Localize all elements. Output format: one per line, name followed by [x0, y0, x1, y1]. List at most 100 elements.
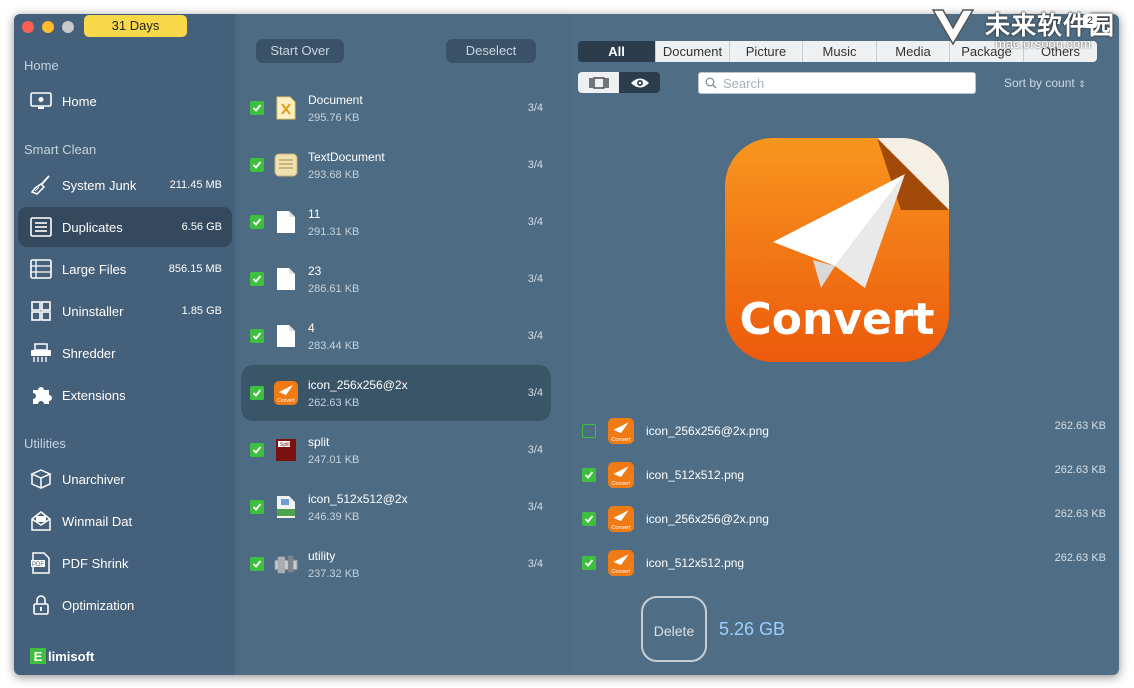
- sidebar-item-optimization[interactable]: Optimization: [18, 585, 232, 625]
- sort-dropdown[interactable]: Sort by count ⇕: [1004, 76, 1086, 90]
- row-checkbox[interactable]: [250, 500, 264, 514]
- deselect-button[interactable]: Deselect: [446, 39, 536, 63]
- file-group-row[interactable]: TextDocument 293.68 KB 3/4: [241, 137, 551, 193]
- row-checkbox[interactable]: [250, 215, 264, 229]
- duplicate-instance-row[interactable]: Convert icon_256x256@2x.png 262.63 KB: [576, 413, 1110, 449]
- sidebar-item-label: Uninstaller: [62, 303, 124, 319]
- instance-checkbox[interactable]: [582, 556, 596, 570]
- duplicate-groups-panel: Start Over Deselect Document 295.76 KB 3/4…: [235, 14, 570, 675]
- sidebar-item-label: Winmail Dat: [62, 513, 133, 529]
- start-over-button[interactable]: Start Over: [256, 39, 344, 63]
- file-size: 247.01 KB: [308, 453, 360, 466]
- total-selected-size: 5.26 GB: [719, 619, 786, 639]
- convert-app-icon: Convert: [608, 550, 634, 576]
- delete-button[interactable]: Delete: [641, 596, 707, 662]
- row-checkbox[interactable]: [250, 272, 264, 286]
- sidebar-item-label: Optimization: [62, 597, 135, 613]
- sidebar-item-home[interactable]: Home: [18, 81, 232, 121]
- search-input[interactable]: [723, 75, 963, 91]
- duplicate-count: 3/4: [527, 387, 543, 399]
- text-document-icon: [274, 153, 298, 177]
- sidebar-item-system-junk[interactable]: System Junk 211.45 MB: [18, 165, 232, 205]
- convert-app-icon: Convert: [608, 418, 634, 444]
- file-group-row[interactable]: Convert icon_256x256@2x 262.63 KB 3/4: [241, 365, 551, 421]
- zoom-window-button[interactable]: [62, 21, 74, 33]
- file-group-row[interactable]: 23 286.61 KB 3/4: [241, 251, 551, 307]
- minimize-window-button[interactable]: [42, 21, 54, 33]
- tab-picture[interactable]: Picture: [730, 41, 803, 62]
- svg-text:Convert: Convert: [612, 437, 631, 443]
- sidebar-item-shredder[interactable]: Shredder: [18, 333, 232, 373]
- tab-document[interactable]: Document: [656, 41, 730, 62]
- file-size: 246.39 KB: [308, 510, 360, 523]
- row-checkbox[interactable]: [250, 443, 264, 457]
- instance-checkbox[interactable]: [582, 512, 596, 526]
- duplicate-count: 3/4: [527, 102, 543, 114]
- close-window-button[interactable]: [22, 21, 34, 33]
- large-files-icon: [30, 258, 52, 280]
- list-view-icon: [588, 76, 609, 89]
- duplicate-count: 3/4: [527, 273, 543, 285]
- sidebar-item-duplicates[interactable]: Duplicates 6.56 GB: [18, 207, 232, 247]
- row-checkbox[interactable]: [250, 329, 264, 343]
- sidebar-item-unarchiver[interactable]: Unarchiver: [18, 459, 232, 499]
- view-mode-toggle: [578, 72, 660, 93]
- sidebar-item-extensions[interactable]: Extensions: [18, 375, 232, 415]
- row-checkbox[interactable]: [250, 158, 264, 172]
- search-box: [698, 72, 976, 94]
- up-down-chevron-icon: ⇕: [1078, 79, 1086, 89]
- row-checkbox[interactable]: [250, 386, 264, 400]
- preview-panel: All Document Picture Music Media Package…: [570, 14, 1119, 675]
- section-label-smart-clean: Smart Clean: [24, 142, 97, 157]
- svg-text:Convert: Convert: [612, 569, 631, 575]
- file-group-row[interactable]: 11 291.31 KB 3/4: [241, 194, 551, 250]
- sidebar-item-pdf-shrink[interactable]: PDF PDF Shrink: [18, 543, 232, 583]
- file-group-row[interactable]: Split split 247.01 KB 3/4: [241, 422, 551, 478]
- sidebar: 31 Days Home Home Smart Clean System Jun…: [14, 14, 235, 675]
- tab-all[interactable]: All: [578, 41, 656, 62]
- brand-mark: E: [30, 648, 46, 664]
- mail-icon: [30, 510, 52, 532]
- sidebar-item-size: 856.15 MB: [168, 263, 222, 275]
- file-group-row[interactable]: icon_512x512@2x 246.39 KB 3/4: [241, 479, 551, 535]
- preview-view-button[interactable]: [619, 72, 660, 93]
- shredder-icon: [30, 342, 52, 364]
- broom-icon: [30, 174, 52, 196]
- duplicate-instance-row[interactable]: Convert icon_512x512.png 262.63 KB: [576, 545, 1110, 581]
- blank-file-icon: [274, 210, 298, 234]
- sidebar-item-label: Shredder: [62, 345, 116, 361]
- svg-text:Convert: Convert: [612, 481, 631, 487]
- brand-name: limisoft: [48, 648, 95, 664]
- utility-icon: [274, 552, 298, 576]
- tab-music[interactable]: Music: [803, 41, 877, 62]
- file-size: 262.63 KB: [308, 396, 360, 409]
- file-name: 11: [308, 206, 321, 221]
- file-group-row[interactable]: 4 283.44 KB 3/4: [241, 308, 551, 364]
- sidebar-item-size: 6.56 GB: [181, 221, 222, 233]
- watermark-logo-icon: [931, 9, 975, 46]
- sidebar-item-uninstaller[interactable]: Uninstaller 1.85 GB: [18, 291, 232, 331]
- file-name: 4: [308, 320, 315, 335]
- duplicate-instance-row[interactable]: Convert icon_256x256@2x.png 262.63 KB: [576, 501, 1110, 537]
- sidebar-item-winmail-dat[interactable]: Winmail Dat: [18, 501, 232, 541]
- row-checkbox[interactable]: [250, 101, 264, 115]
- sidebar-item-label: Unarchiver: [62, 471, 125, 487]
- watermark-badge: 2: [1083, 14, 1097, 28]
- split-pdf-icon: Split: [274, 438, 298, 462]
- lock-icon: [30, 594, 52, 616]
- row-checkbox[interactable]: [250, 557, 264, 571]
- duplicate-instance-row[interactable]: Convert icon_512x512.png 262.63 KB: [576, 457, 1110, 493]
- instance-file-name: icon_512x512.png: [646, 556, 745, 570]
- list-view-button[interactable]: [578, 72, 619, 93]
- duplicate-count: 3/4: [527, 159, 543, 171]
- file-preview-image: Convert: [725, 138, 949, 362]
- file-name: split: [308, 434, 330, 449]
- file-group-row[interactable]: Document 295.76 KB 3/4: [241, 80, 551, 136]
- sidebar-item-large-files[interactable]: Large Files 856.15 MB: [18, 249, 232, 289]
- instance-checkbox[interactable]: [582, 424, 596, 438]
- instance-checkbox[interactable]: [582, 468, 596, 482]
- archive-box-icon: [30, 468, 52, 490]
- file-group-row[interactable]: utility 237.32 KB 3/4: [241, 536, 551, 592]
- file-name: icon_512x512@2x: [308, 491, 408, 506]
- trial-days-badge[interactable]: 31 Days: [84, 15, 187, 37]
